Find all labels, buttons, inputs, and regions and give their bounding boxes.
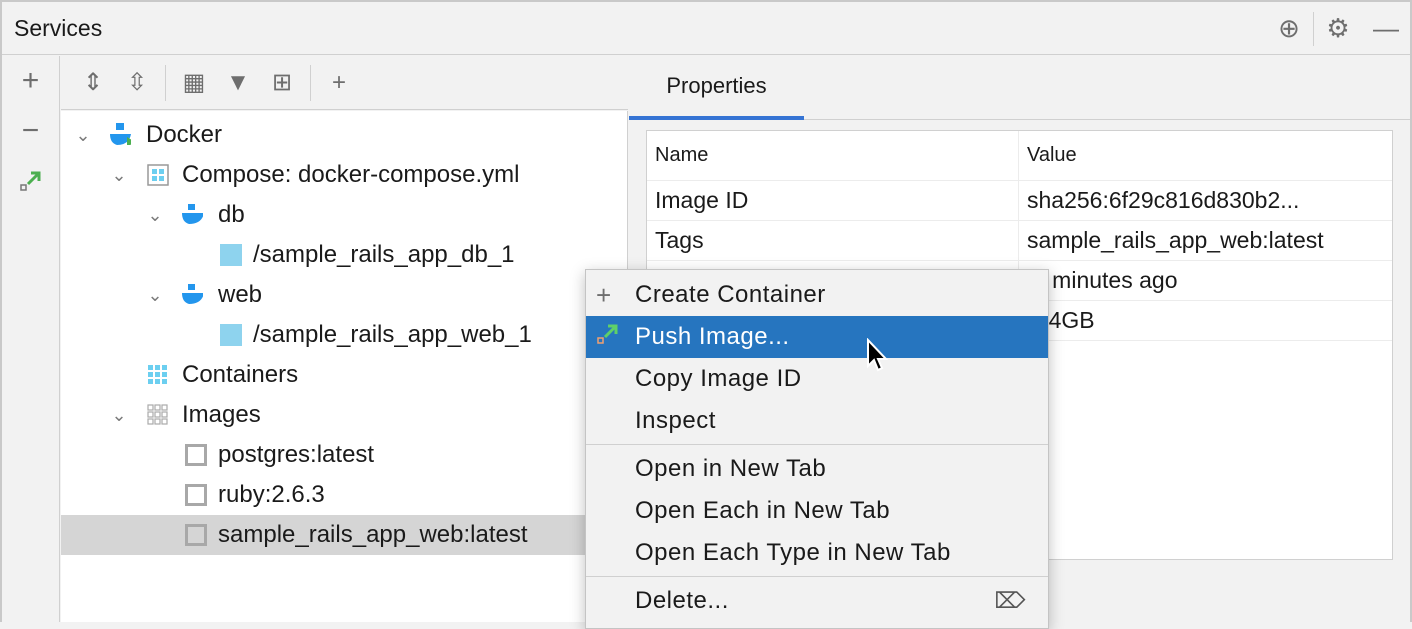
tree-item-label: ruby:2.6.3 [218, 481, 325, 509]
images-icon [147, 404, 169, 426]
chevron-down-icon[interactable]: ⌄ [145, 205, 165, 226]
menu-item-label: Open Each in New Tab [635, 497, 890, 525]
chevron-down-icon[interactable]: ⌄ [73, 125, 93, 146]
column-name[interactable]: Name [647, 131, 1019, 180]
tree-item-web[interactable]: ⌄ web [61, 275, 627, 315]
tree-item-image[interactable]: postgres:latest [61, 435, 627, 475]
menu-item-label: Open in New Tab [635, 455, 826, 483]
divider [310, 65, 311, 101]
image-icon [185, 444, 207, 466]
push-icon [596, 322, 620, 353]
menu-item-delete[interactable]: Delete... ⌦ [586, 580, 1048, 622]
column-value[interactable]: Value [1019, 144, 1077, 167]
image-icon [185, 484, 207, 506]
backspace-icon: ⌦ [994, 588, 1026, 614]
table-row[interactable]: Tagssample_rails_app_web:latest [647, 221, 1392, 261]
tree-item-container[interactable]: /sample_rails_app_web_1 [61, 315, 627, 355]
property-name: Tags [647, 221, 1019, 260]
gear-icon[interactable]: ⚙ [1314, 13, 1362, 44]
menu-item-label: Create Container [635, 281, 826, 309]
tree-toolbar: ⇕ ⇳ ▦ ▼ ⊞ + [61, 56, 628, 110]
collapse-all-icon[interactable]: ⇳ [115, 68, 159, 97]
menu-item-push-image[interactable]: Push Image... [586, 316, 1048, 358]
services-tree: ⌄ Docker ⌄ Compose: docker-compose.yml ⌄ db… [61, 111, 628, 622]
title-bar: Services ⊕ ⚙ — [2, 2, 1410, 55]
tree-item-db[interactable]: ⌄ db [61, 195, 627, 235]
property-name: Image ID [647, 181, 1019, 220]
tree-item-label: Containers [182, 361, 298, 389]
docker-service-icon [181, 284, 203, 306]
divider [165, 65, 166, 101]
menu-item-open-in-new-tab[interactable]: Open in New Tab [586, 448, 1048, 490]
compose-icon [147, 164, 169, 186]
menu-item-open-each-type-in-new-tab[interactable]: Open Each Type in New Tab [586, 532, 1048, 574]
tree-item-label: Images [182, 401, 261, 429]
group-by-icon[interactable]: ▦ [172, 68, 216, 97]
expand-all-icon[interactable]: ⇕ [71, 68, 115, 97]
menu-item-label: Delete... [635, 587, 729, 615]
tree-item-label: Docker [146, 121, 222, 149]
push-icon[interactable] [2, 156, 59, 206]
menu-item-create-container[interactable]: + Create Container [586, 274, 1048, 316]
docker-icon [109, 123, 131, 145]
menu-separator [586, 576, 1048, 577]
tree-item-label: db [218, 201, 245, 229]
locate-icon[interactable]: ⊕ [1265, 13, 1313, 44]
tree-item-label: /sample_rails_app_db_1 [253, 241, 515, 269]
filter-icon[interactable]: ▼ [216, 69, 260, 97]
table-row[interactable]: Image IDsha256:6f29c816d830b2... [647, 181, 1392, 221]
tree-item-label: postgres:latest [218, 441, 374, 469]
minimize-icon[interactable]: — [1362, 13, 1410, 44]
new-tab-icon[interactable]: ⊞ [260, 68, 304, 97]
menu-item-label: Inspect [635, 407, 716, 435]
context-menu: + Create Container Push Image... Copy Ima… [585, 269, 1049, 629]
containers-icon [147, 364, 169, 386]
menu-item-open-each-in-new-tab[interactable]: Open Each in New Tab [586, 490, 1048, 532]
tab-properties[interactable]: Properties [629, 56, 804, 120]
menu-separator [586, 444, 1048, 445]
add-icon[interactable]: + [2, 56, 59, 106]
menu-item-label: Copy Image ID [635, 365, 802, 393]
image-icon [185, 524, 207, 546]
tree-item-image[interactable]: ruby:2.6.3 [61, 475, 627, 515]
container-icon [220, 324, 242, 346]
chevron-down-icon[interactable]: ⌄ [145, 285, 165, 306]
tree-item-label: /sample_rails_app_web_1 [253, 321, 532, 349]
window-title: Services [14, 15, 102, 42]
menu-item-label: Push Image... [635, 323, 790, 351]
menu-item-copy-image-id[interactable]: Copy Image ID [586, 358, 1048, 400]
tree-item-compose[interactable]: ⌄ Compose: docker-compose.yml [61, 155, 627, 195]
tree-item-label: Compose: docker-compose.yml [182, 161, 519, 189]
plus-icon: + [596, 280, 612, 311]
tree-item-containers[interactable]: Containers [61, 355, 627, 395]
docker-service-icon [181, 204, 203, 226]
tree-item-image-selected[interactable]: sample_rails_app_web:latest [61, 515, 627, 555]
tree-item-container[interactable]: /sample_rails_app_db_1 [61, 235, 627, 275]
table-header: NameValue [647, 131, 1392, 181]
container-icon [220, 244, 242, 266]
tree-item-docker[interactable]: ⌄ Docker [61, 115, 627, 155]
left-toolbar: + − [2, 56, 60, 622]
remove-icon[interactable]: − [2, 106, 59, 156]
property-value: sample_rails_app_web:latest [1019, 227, 1324, 254]
add-service-icon[interactable]: + [317, 69, 361, 97]
tree-item-images[interactable]: ⌄ Images [61, 395, 627, 435]
chevron-down-icon[interactable]: ⌄ [109, 165, 129, 186]
mouse-cursor-icon [866, 338, 892, 376]
menu-item-label: Open Each Type in New Tab [635, 539, 951, 567]
tree-item-label: web [218, 281, 262, 309]
menu-item-inspect[interactable]: Inspect [586, 400, 1048, 442]
chevron-down-icon[interactable]: ⌄ [109, 405, 129, 426]
tree-item-label: sample_rails_app_web:latest [218, 521, 528, 549]
property-value: sha256:6f29c816d830b2... [1019, 187, 1299, 214]
